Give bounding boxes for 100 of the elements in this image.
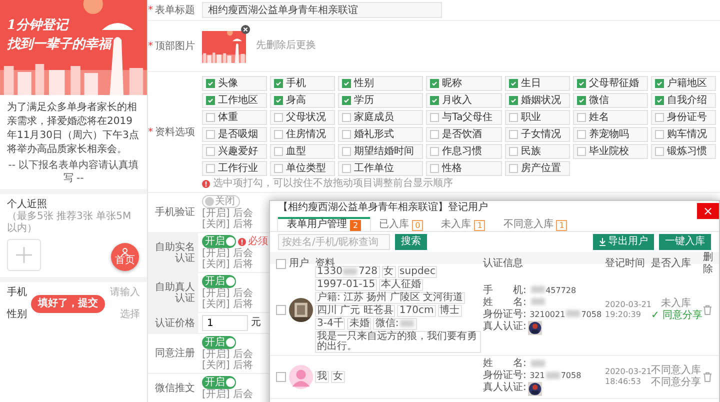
option-chip[interactable]: 购车情况 xyxy=(650,127,716,142)
remove-icon[interactable] xyxy=(241,25,250,34)
option-chip[interactable]: 自我介绍 xyxy=(650,93,716,108)
checkbox[interactable] xyxy=(508,147,518,156)
action-button[interactable]: 一键入库 xyxy=(659,234,711,250)
option-chip[interactable]: 家庭成员 xyxy=(338,110,424,125)
checkbox[interactable] xyxy=(342,164,352,173)
option-chip[interactable]: 与Ta父母住 xyxy=(426,110,502,125)
option-chip[interactable]: 锻炼习惯 xyxy=(650,144,716,159)
input-field[interactable]: 选择 xyxy=(106,309,140,321)
close-button[interactable]: × xyxy=(697,203,719,219)
tab[interactable]: 不同意入库 1 xyxy=(494,217,576,231)
option-chip[interactable]: 单位类型 xyxy=(270,161,336,176)
option-chip[interactable]: 兴趣爱好 xyxy=(202,144,268,159)
checkbox[interactable] xyxy=(206,147,215,156)
tab[interactable]: 未入库 1 xyxy=(432,217,494,231)
option-chip[interactable]: 婚姻状况 xyxy=(504,93,570,108)
checkbox[interactable] xyxy=(508,79,518,88)
option-chip[interactable]: 子女情况 xyxy=(504,127,570,142)
checkbox[interactable] xyxy=(274,113,284,122)
option-chip[interactable]: 头像 xyxy=(202,76,268,91)
checkbox[interactable] xyxy=(576,130,586,139)
option-chip[interactable]: 生日 xyxy=(504,76,570,91)
trash-icon[interactable] xyxy=(703,372,712,382)
option-chip[interactable]: 昵称 xyxy=(426,76,502,91)
checkbox[interactable] xyxy=(206,96,215,105)
option-chip[interactable]: 房产位置 xyxy=(504,161,570,176)
input-field[interactable]: 1 xyxy=(202,315,248,331)
action-button[interactable]: 导出用户 xyxy=(593,234,654,250)
option-chip[interactable]: 婚礼形式 xyxy=(338,127,424,142)
option-chip[interactable]: 职业 xyxy=(504,110,570,125)
option-chip[interactable]: 体重 xyxy=(202,110,268,125)
checkbox[interactable] xyxy=(508,164,518,173)
checkbox[interactable] xyxy=(576,113,586,122)
option-chip[interactable]: 身高 xyxy=(270,93,336,108)
checkbox[interactable] xyxy=(430,113,440,122)
checkbox[interactable] xyxy=(274,147,284,156)
option-chip[interactable]: 微信 xyxy=(572,93,648,108)
option-chip[interactable]: 性别 xyxy=(338,76,424,91)
option-chip[interactable]: 月收入 xyxy=(426,93,502,108)
checkbox[interactable] xyxy=(342,113,352,122)
option-chip[interactable]: 养宠物吗 xyxy=(572,127,648,142)
checkbox[interactable] xyxy=(342,147,352,156)
checkbox[interactable] xyxy=(654,96,664,105)
checkbox[interactable] xyxy=(576,96,586,105)
checkbox[interactable] xyxy=(654,147,664,156)
option-chip[interactable]: 身份证号 xyxy=(650,110,716,125)
checkbox[interactable] xyxy=(430,96,440,105)
checkbox[interactable] xyxy=(342,96,352,105)
checkbox[interactable] xyxy=(276,304,286,314)
option-chip[interactable]: 工作行业 xyxy=(202,161,268,176)
option-chip[interactable]: 父母状况 xyxy=(270,110,336,125)
checkbox[interactable] xyxy=(430,79,440,88)
option-chip[interactable]: 作息习惯 xyxy=(426,144,502,159)
checkbox[interactable] xyxy=(274,130,284,139)
checkbox[interactable] xyxy=(274,79,284,88)
option-chip[interactable]: 期望结婚时间 xyxy=(338,144,424,159)
search-field[interactable]: 按姓名/手机/昵称查询 xyxy=(278,234,390,250)
checkbox[interactable] xyxy=(274,164,284,173)
checkbox[interactable] xyxy=(342,79,352,88)
checkbox[interactable] xyxy=(206,164,215,173)
checkbox[interactable] xyxy=(206,79,215,88)
option-chip[interactable]: 住房情况 xyxy=(270,127,336,142)
option-chip[interactable]: 手机 xyxy=(270,76,336,91)
option-chip[interactable]: 户籍地区 xyxy=(650,76,716,91)
search-button[interactable]: 搜索 xyxy=(395,234,427,250)
checkbox[interactable] xyxy=(274,96,284,105)
trash-icon[interactable] xyxy=(703,304,712,314)
option-chip[interactable]: 是否吸烟 xyxy=(202,127,268,142)
checkbox[interactable] xyxy=(508,96,518,105)
option-chip[interactable]: 父母帮征婚 xyxy=(572,76,648,91)
option-chip[interactable]: 毕业院校 xyxy=(572,144,648,159)
checkbox[interactable] xyxy=(508,113,518,122)
input-field[interactable]: 请输入 xyxy=(106,287,140,299)
checkbox[interactable] xyxy=(206,130,215,139)
checkbox[interactable] xyxy=(206,113,215,122)
checkbox[interactable] xyxy=(430,164,440,173)
add-photo-button[interactable] xyxy=(7,239,41,271)
checkbox[interactable] xyxy=(276,259,286,269)
checkbox[interactable] xyxy=(654,113,664,122)
checkbox[interactable] xyxy=(276,372,286,382)
checkbox[interactable] xyxy=(508,130,518,139)
input-field[interactable]: 相约瘦西湖公益单身青年相亲联谊 xyxy=(202,2,442,18)
checkbox[interactable] xyxy=(430,130,440,139)
option-chip[interactable]: 血型 xyxy=(270,144,336,159)
option-chip[interactable]: 学历 xyxy=(338,93,424,108)
checkbox[interactable] xyxy=(576,147,586,156)
option-chip[interactable]: 姓名 xyxy=(572,110,648,125)
checkbox[interactable] xyxy=(430,147,440,156)
tab[interactable]: 已入库 0 xyxy=(370,217,432,231)
option-chip[interactable]: 工作单位 xyxy=(338,161,424,176)
option-chip[interactable]: 是否饮酒 xyxy=(426,127,502,142)
tab[interactable]: 表单用户管理 2 xyxy=(278,217,370,231)
checkbox[interactable] xyxy=(576,79,586,88)
option-chip[interactable]: 民族 xyxy=(504,144,570,159)
checkbox[interactable] xyxy=(654,79,664,88)
option-chip[interactable]: 性格 xyxy=(426,161,502,176)
checkbox[interactable] xyxy=(342,130,352,139)
checkbox[interactable] xyxy=(654,130,664,139)
option-chip[interactable]: 工作地区 xyxy=(202,93,268,108)
